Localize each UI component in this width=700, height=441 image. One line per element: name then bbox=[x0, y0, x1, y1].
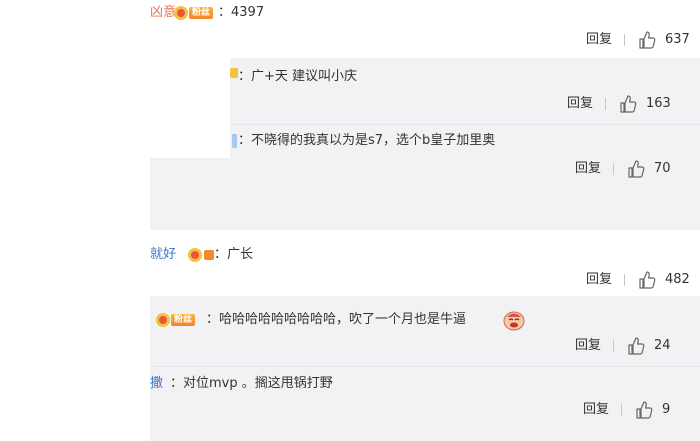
like-count: 637 bbox=[665, 32, 690, 47]
like-count: 70 bbox=[654, 161, 671, 176]
like-button[interactable]: 637 bbox=[637, 30, 690, 50]
reply-2-avatar-fragment bbox=[232, 134, 237, 148]
reply-2-text: ：不晓得的我真以为是s7，选个b皇子加里奥 bbox=[238, 133, 496, 148]
reply-2-actions: 回复 70 bbox=[575, 159, 671, 179]
reply-divider-1 bbox=[230, 124, 700, 125]
comment-1-fan-badge: 粉丝 bbox=[174, 5, 214, 21]
like-count: 163 bbox=[646, 96, 671, 111]
reply-button[interactable]: 回复 bbox=[567, 95, 593, 113]
like-button[interactable]: 24 bbox=[626, 336, 671, 356]
reply-3-text: ：哈哈哈哈哈哈哈哈哈，吹了一个月也是牛逼 bbox=[206, 312, 467, 327]
thumbs-up-icon bbox=[639, 271, 656, 289]
action-separator bbox=[613, 340, 615, 352]
comment-1-username[interactable]: 凶意 bbox=[150, 4, 176, 22]
thumbs-up-icon bbox=[628, 160, 645, 178]
crown-icon bbox=[174, 6, 188, 20]
comment-1-text: ：4397 bbox=[218, 5, 265, 20]
fan-level-label: 粉丝 bbox=[189, 7, 214, 19]
fan-level-dot bbox=[204, 250, 214, 260]
like-count: 482 bbox=[665, 272, 690, 287]
reply-button[interactable]: 回复 bbox=[583, 401, 609, 419]
like-button[interactable]: 9 bbox=[634, 400, 670, 420]
reply-button[interactable]: 回复 bbox=[575, 337, 601, 355]
reply-4-text: ：对位mvp 。搁这甩锅打野 bbox=[170, 376, 333, 391]
like-button[interactable]: 70 bbox=[626, 159, 671, 179]
reply-1-badge-fragment bbox=[230, 68, 238, 78]
crown-icon bbox=[156, 313, 170, 327]
crown-icon bbox=[188, 248, 202, 262]
comment-1-actions: 回复 637 bbox=[586, 30, 690, 50]
reply-button[interactable]: 回复 bbox=[586, 271, 612, 289]
thumbs-up-icon bbox=[620, 95, 637, 113]
fan-level-label: 粉丝 bbox=[171, 314, 196, 326]
reply-panel-1-left-white bbox=[150, 58, 230, 158]
action-separator bbox=[613, 163, 615, 175]
reply-4-username[interactable]: 撒 bbox=[150, 375, 163, 393]
comment-2-actions: 回复 482 bbox=[586, 270, 690, 290]
action-separator bbox=[624, 34, 626, 46]
reply-3-actions: 回复 24 bbox=[575, 336, 671, 356]
action-separator bbox=[624, 274, 626, 286]
comment-2-username[interactable]: 就好 bbox=[150, 246, 176, 264]
reply-4-actions: 回复 9 bbox=[583, 400, 670, 420]
reply-button[interactable]: 回复 bbox=[586, 31, 612, 49]
reply-1-text: ：广+天 建议叫小庆 bbox=[238, 69, 358, 84]
reply-divider-2 bbox=[150, 366, 700, 367]
comment-2-fan-badge bbox=[188, 247, 214, 263]
thumbs-up-icon bbox=[628, 337, 645, 355]
like-button[interactable]: 163 bbox=[618, 94, 671, 114]
reply-1-actions: 回复 163 bbox=[567, 94, 671, 114]
reply-button[interactable]: 回复 bbox=[575, 160, 601, 178]
action-separator bbox=[605, 98, 607, 110]
thumbs-up-icon bbox=[636, 401, 653, 419]
laughing-face-icon bbox=[503, 311, 525, 331]
like-button[interactable]: 482 bbox=[637, 270, 690, 290]
action-separator bbox=[621, 404, 623, 416]
like-count: 9 bbox=[662, 402, 671, 417]
thumbs-up-icon bbox=[639, 31, 656, 49]
comment-2-text: ：广长 bbox=[214, 247, 254, 262]
reply-3-fan-badge: 粉丝 bbox=[156, 312, 196, 328]
like-count: 24 bbox=[654, 338, 671, 353]
